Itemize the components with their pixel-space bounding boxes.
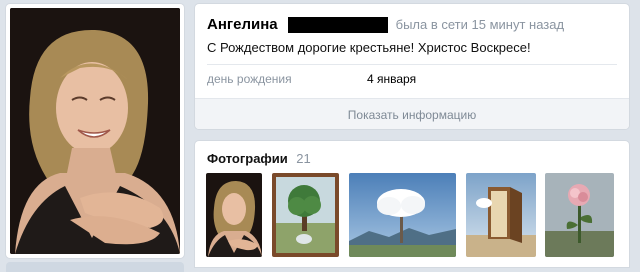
profile-avatar-card (6, 4, 184, 258)
profile-info-card: Ангелина была в сети 15 минут назад С Ро… (195, 4, 629, 129)
name-row: Ангелина была в сети 15 минут назад (207, 16, 564, 33)
photo-thumb-3[interactable] (349, 173, 456, 257)
photo-thumb-1[interactable] (206, 173, 262, 257)
profile-status: С Рождеством дорогие крестьяне! Христос … (207, 40, 531, 55)
photo-thumb-4[interactable] (466, 173, 536, 257)
profile-name: Ангелина (207, 16, 278, 33)
birthday-label: день рождения (207, 72, 292, 86)
photo-thumb-2[interactable] (272, 173, 339, 257)
last-seen-text: была в сети 15 минут назад (395, 17, 565, 32)
divider (207, 64, 617, 65)
redacted-surname (287, 16, 388, 33)
profile-avatar-photo[interactable] (10, 8, 180, 254)
photos-count: 21 (296, 151, 311, 166)
photos-header[interactable]: Фотографии 21 (207, 150, 311, 168)
birthday-value[interactable]: 4 января (367, 72, 416, 86)
show-info-button[interactable]: Показать информацию (195, 98, 629, 129)
photos-card: Фотографии 21 (195, 141, 629, 267)
photos-title: Фотографии (207, 151, 288, 166)
photo-thumb-5[interactable] (545, 173, 614, 257)
avatar-bottom-bar (6, 262, 184, 272)
